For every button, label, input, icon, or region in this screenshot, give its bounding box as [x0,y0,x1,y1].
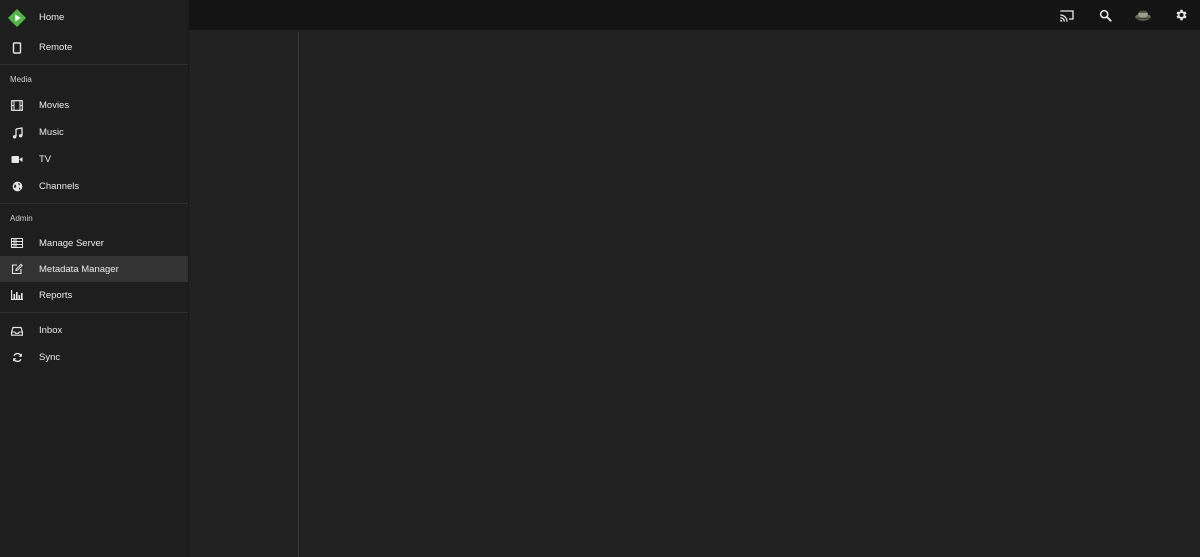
nav-item-reports[interactable]: Reports [0,282,188,308]
nav-item-tv[interactable]: TV [0,146,188,173]
nav-item-metadata-manager[interactable]: Metadata Manager [0,256,188,282]
nav-item-music[interactable]: Music [0,119,188,146]
nav-item-home[interactable]: Home [0,4,188,31]
nav-item-remote[interactable]: Remote [0,34,188,61]
nav-item-sync[interactable]: Sync [0,344,188,371]
sync-icon [10,351,24,365]
search-button[interactable] [1086,0,1124,30]
drawer-divider [0,312,188,313]
nav-item-label: TV [39,154,52,165]
nav-item-movies[interactable]: Movies [0,92,188,119]
nav-item-label: Remote [39,42,73,53]
nav-item-label: Channels [39,181,80,192]
nav-item-label: Music [39,127,64,138]
section-header-media: Media [10,75,32,84]
top-bar-actions [1048,0,1200,30]
nav-item-channels[interactable]: Channels [0,173,188,200]
drawer-divider [0,64,188,65]
nav-item-label: Movies [39,100,70,111]
nav-item-label: Metadata Manager [39,263,119,275]
section-header-admin: Admin [10,214,33,223]
video-camera-icon [10,153,24,167]
tablet-icon [10,41,24,55]
music-note-icon [10,126,24,140]
gear-icon [1176,9,1187,21]
cast-icon [1060,10,1074,22]
inbox-icon [10,324,24,338]
settings-button[interactable] [1162,0,1200,30]
search-icon [1099,9,1112,22]
nav-item-label: Reports [39,289,73,301]
nav-item-label: Manage Server [39,237,104,249]
app-logo-icon [8,8,26,27]
nav-item-manage-server[interactable]: Manage Server [0,230,188,256]
user-avatar [1135,10,1151,21]
bar-chart-icon [10,288,24,302]
nav-item-inbox[interactable]: Inbox [0,317,188,344]
main-content [188,30,1200,557]
nav-item-label: Inbox [39,325,63,336]
content-divider [298,32,299,557]
server-icon [10,236,24,250]
edit-icon [10,262,24,276]
nav-item-label: Sync [39,352,61,363]
user-avatar-button[interactable] [1124,0,1162,30]
globe-icon [10,180,24,194]
film-icon [10,99,24,113]
cast-button[interactable] [1048,0,1086,30]
navigation-drawer: Home Remote Media Movies Music TV Channe… [0,0,188,557]
drawer-divider [0,203,188,204]
nav-item-label: Home [39,12,65,23]
